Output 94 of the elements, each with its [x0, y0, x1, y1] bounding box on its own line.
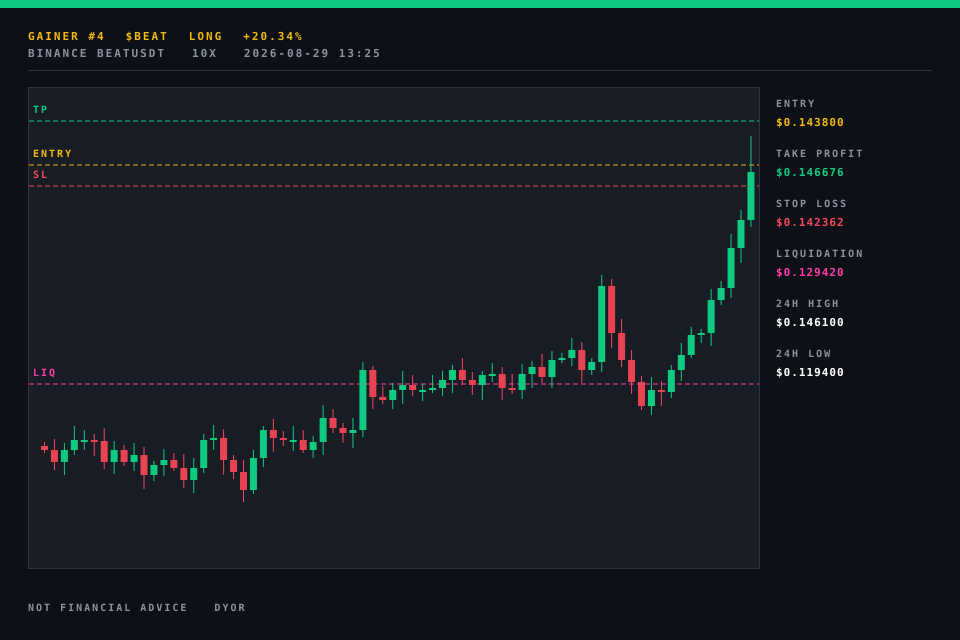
candlestick	[419, 384, 426, 402]
header-tag: +20.34%	[243, 30, 304, 43]
level-label: ENTRY	[33, 149, 74, 160]
candlestick	[628, 350, 636, 394]
candlestick	[90, 434, 98, 456]
header-tag: LONG	[188, 30, 224, 43]
candlestick	[458, 358, 466, 386]
candlestick	[379, 386, 386, 404]
candlestick	[429, 374, 436, 394]
candlestick	[130, 442, 138, 472]
candlestick	[120, 444, 128, 466]
stat-value: $0.146676	[776, 166, 846, 179]
candlestick	[210, 424, 218, 450]
candlestick	[150, 460, 158, 482]
candlestick	[488, 362, 496, 382]
candlestick	[70, 426, 78, 456]
candlestick	[608, 278, 616, 348]
candlestick	[140, 446, 148, 490]
stat-value: $0.142362	[776, 216, 846, 229]
candlestick	[220, 428, 228, 476]
candlestick	[678, 342, 685, 382]
candlestick	[60, 442, 68, 476]
candlestick	[618, 318, 626, 368]
candlestick	[578, 342, 586, 384]
candlestick	[389, 382, 396, 410]
candlestick	[320, 404, 327, 456]
candlestick	[260, 426, 267, 468]
candlestick	[100, 428, 108, 470]
disclaimer-text: NOT FINANCIAL ADVICE	[28, 603, 188, 614]
stat-label: LIQUIDATION	[776, 249, 864, 260]
candlestick	[230, 454, 238, 480]
candlestick	[340, 422, 346, 444]
stat-value: $0.146100	[776, 316, 846, 329]
candlestick	[399, 370, 406, 404]
stat-value: $0.119400	[776, 366, 846, 379]
stat-label: 24H LOW	[776, 349, 834, 360]
stat-value: $0.143800	[776, 116, 846, 129]
candlestick	[180, 454, 188, 488]
candlestick	[498, 366, 506, 400]
header-meta: 10X	[192, 47, 218, 60]
candlestick	[170, 452, 178, 472]
stat-label: ENTRY	[776, 99, 818, 110]
candlestick	[688, 326, 695, 358]
candlestick	[508, 374, 516, 394]
candlestick	[558, 352, 566, 364]
candlestick	[160, 448, 168, 476]
candlestick	[290, 426, 297, 452]
candlestick	[240, 460, 247, 502]
disclaimer-text: DYOR	[214, 603, 247, 614]
level-label: SL	[33, 170, 50, 181]
candlestick	[528, 360, 536, 388]
header-tag: $BEAT	[126, 30, 169, 43]
candlestick	[190, 458, 198, 494]
stat-label: TAKE PROFIT	[776, 149, 864, 160]
stat-label: 24H HIGH	[776, 299, 842, 310]
candlestick	[50, 438, 58, 470]
candlestick	[270, 418, 277, 452]
candlestick	[409, 374, 416, 396]
candlestick	[518, 364, 526, 400]
candlestick	[448, 364, 456, 394]
candlestick	[728, 234, 735, 298]
level-label: TP	[33, 105, 50, 116]
candlestick	[369, 366, 376, 410]
candlestick	[110, 440, 118, 474]
candlestick	[250, 450, 257, 494]
candlestick	[478, 370, 486, 400]
candlestick	[658, 380, 665, 406]
candlestick	[568, 338, 576, 366]
candlestick	[718, 280, 725, 306]
candlestick	[41, 442, 48, 454]
header-tag: GAINER #4	[28, 30, 106, 43]
candlestick	[708, 288, 715, 346]
stat-label: STOP LOSS	[776, 199, 850, 210]
candlestick	[310, 436, 317, 458]
candlestick	[330, 408, 337, 434]
candlestick	[280, 430, 287, 446]
stat-value: $0.129420	[776, 266, 846, 279]
candlestick	[638, 376, 645, 410]
candlestick	[698, 328, 705, 344]
candlestick	[80, 430, 88, 450]
candlestick	[588, 358, 596, 376]
candlestick	[300, 430, 307, 454]
candlestick	[538, 354, 546, 384]
candlestick	[349, 418, 356, 448]
level-label: LIQ	[33, 368, 58, 379]
candlestick	[200, 434, 208, 474]
candlestick	[439, 370, 446, 396]
candlestick	[468, 372, 476, 396]
candlestick	[738, 210, 744, 264]
header-meta: 2026-08-29 13:25	[244, 47, 382, 60]
candlestick	[668, 364, 675, 398]
candlestick	[548, 350, 556, 388]
header-meta: BINANCE BEATUSDT	[28, 47, 166, 60]
candlestick	[648, 376, 655, 416]
